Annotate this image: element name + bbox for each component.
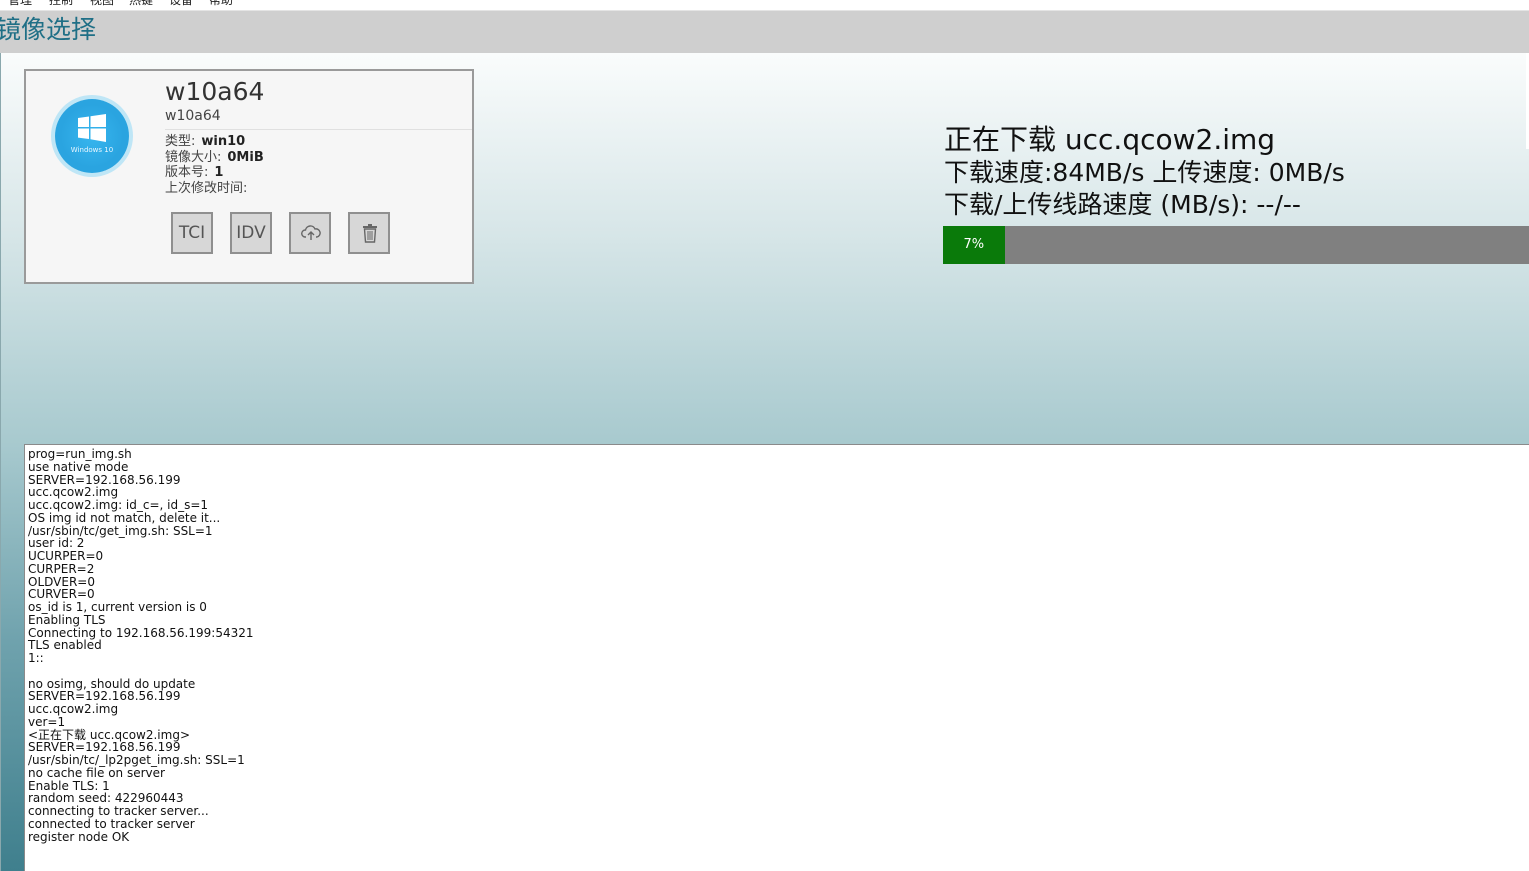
log-line: /usr/sbin/tc/get_img.sh: SSL=1 [28, 523, 213, 538]
log-line: ver=1 [28, 714, 66, 729]
log-line: ucc.qcow2.img [28, 485, 119, 500]
log-line: /usr/sbin/tc/_lp2pget_img.sh: SSL=1 [28, 753, 245, 767]
windows-icon [78, 114, 106, 142]
log-line: ucc.qcow2.img [28, 702, 119, 716]
menu-item-control[interactable]: 控制 [49, 0, 73, 8]
log-output[interactable]: prog=run_img.sh use native mode SERVER=192… [24, 444, 1529, 871]
upload-button[interactable] [289, 212, 331, 254]
menu-bar: 管理 控制 视图 热键 设备 帮助 [0, 0, 1529, 11]
download-progress-bar: 7% [943, 226, 1529, 264]
menu-item-view[interactable]: 视图 [90, 0, 114, 8]
version-value: 1 [214, 165, 224, 180]
log-line: Enable TLS: 1 [28, 778, 110, 793]
logo-text: Windows 10 [70, 146, 114, 154]
progress-fill: 7% [943, 226, 1005, 264]
menu-item-hotkey[interactable]: 热键 [129, 0, 153, 8]
downloading-text: 正在下载 ucc.qcow2.img [944, 123, 1276, 156]
image-card[interactable]: Windows 10 w10a64 w10a64 类型: win10 镜像大小: 0… [24, 69, 474, 284]
log-line: OS img id not match, delete it... [28, 510, 221, 525]
log-line: CURPER=2 [28, 561, 95, 576]
tci-button[interactable]: TCI [171, 212, 213, 254]
type-value: win10 [201, 134, 246, 149]
cloud-upload-icon [301, 225, 321, 240]
log-line: UCURPER=0 [28, 549, 104, 563]
log-line: user id: 2 [28, 536, 85, 551]
image-info: 类型: win10 镜像大小: 0MiB 版本号: 1 上次修改时间: [165, 134, 264, 196]
info-version-row: 版本号: 1 [165, 165, 264, 181]
download-status: 正在下载 ucc.qcow2.img 下载速度:84MB/s 上传速度: 0MB… [944, 123, 1529, 221]
type-label: 类型: [165, 134, 196, 149]
log-line: SERVER=192.168.56.199 [28, 689, 181, 704]
page-title: 镜像选择 [0, 15, 97, 44]
log-line: connecting to tracker server... [28, 804, 209, 818]
log-line: <正在下载 ucc.qcow2.img> [28, 727, 191, 742]
log-line: Connecting to 192.168.56.199:54321 [28, 625, 254, 640]
divider [0, 53, 1, 871]
divider [165, 129, 472, 130]
log-line: CURVER=0 [28, 587, 95, 602]
trash-icon [363, 224, 377, 243]
info-modified-row: 上次修改时间: [165, 181, 264, 197]
idv-button[interactable]: IDV [230, 212, 272, 254]
log-line: os_id is 1, current version is 0 [28, 600, 207, 614]
version-label: 版本号: [165, 165, 209, 180]
log-line: random seed: 422960443 [28, 791, 184, 806]
speed-text: 下载速度:84MB/s 上传速度: 0MB/s [944, 158, 1345, 187]
modified-label: 上次修改时间: [165, 180, 248, 196]
image-name: w10a64 [165, 77, 265, 106]
image-subtitle: w10a64 [165, 108, 221, 124]
menu-item-manage[interactable]: 管理 [8, 0, 32, 8]
log-line: SERVER=192.168.56.199 [28, 740, 181, 755]
info-type-row: 类型: win10 [165, 134, 264, 150]
size-label: 镜像大小: [165, 149, 222, 165]
log-line: OLDVER=0 [28, 574, 95, 589]
log-line: 1:: [28, 651, 44, 665]
log-line: ucc.qcow2.img: id_c=, id_s=1 [28, 498, 209, 512]
log-line: connected to tracker server [28, 816, 195, 831]
menu-item-help[interactable]: 帮助 [209, 0, 233, 8]
menu-item-devices[interactable]: 设备 [169, 0, 193, 8]
log-line: prog=run_img.sh [28, 447, 132, 461]
log-line: register node OK [28, 829, 130, 844]
log-line: Enabling TLS [28, 612, 106, 627]
log-body: prog=run_img.sh use native mode SERVER=192… [25, 445, 1529, 843]
header-bar: 镜像选择 [0, 11, 1529, 53]
windows-logo-icon: Windows 10 [55, 99, 129, 173]
delete-button[interactable] [348, 212, 390, 254]
info-size-row: 镜像大小: 0MiB [165, 150, 264, 166]
log-line: no cache file on server [28, 765, 165, 780]
log-line: SERVER=192.168.56.199 [28, 472, 181, 487]
size-value: 0MiB [227, 149, 264, 165]
log-line: use native mode [28, 459, 129, 474]
line-speed-text: 下载/上传线路速度 (MB/s): --/-- [944, 190, 1301, 219]
log-line: no osimg, should do update [28, 676, 196, 691]
log-line: TLS enabled [28, 638, 102, 653]
